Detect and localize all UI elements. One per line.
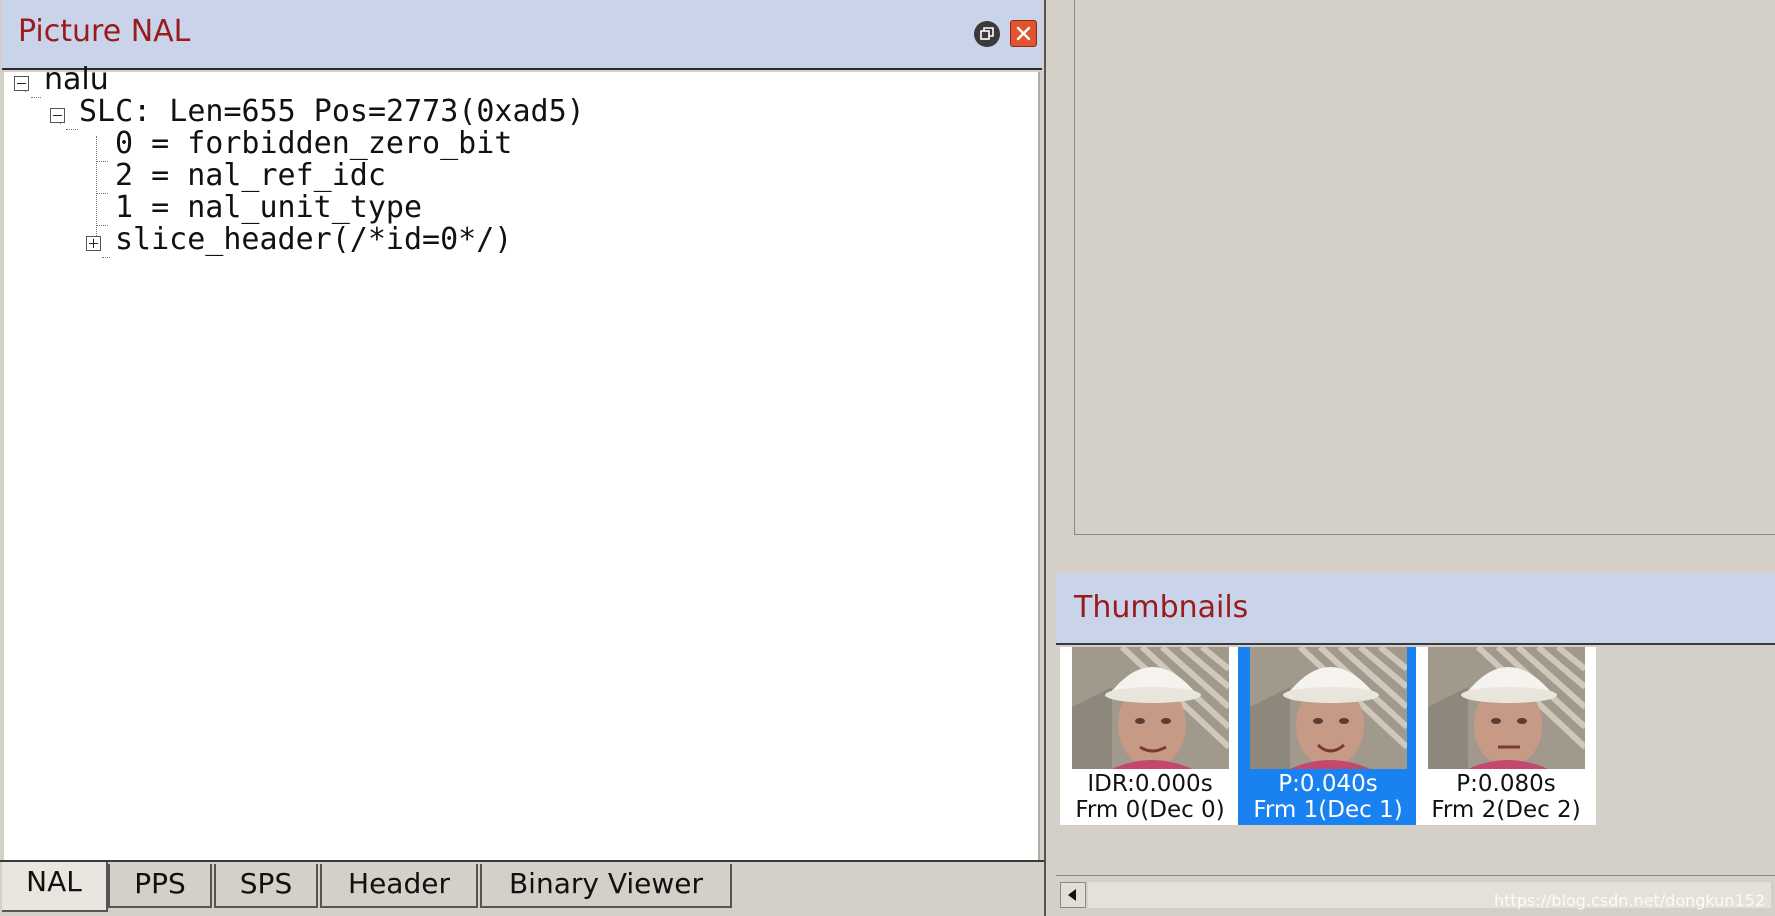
- nal-tab-bar: NAL PPS SPS Header Binary Viewer: [0, 860, 1044, 916]
- frame-thumbnail-image: [1250, 647, 1407, 769]
- thumbnail-frame-0[interactable]: IDR:0.000s Frm 0(Dec 0): [1060, 647, 1240, 825]
- scroll-left-icon[interactable]: [1060, 882, 1086, 908]
- tree-node-label: SLC: Len=655 Pos=2773(0xad5): [79, 94, 585, 129]
- tab-header[interactable]: Header: [320, 864, 478, 908]
- tree-node-label: 1 = nal_unit_type: [115, 190, 423, 225]
- frame-thumbnail-image: [1428, 647, 1585, 769]
- thumbnail-caption-type: P:0.080s: [1456, 771, 1556, 797]
- panel-title: Picture NAL: [18, 14, 191, 49]
- tab-pps[interactable]: PPS: [108, 864, 212, 908]
- expand-icon[interactable]: [86, 236, 101, 251]
- thumbnail-strip: IDR:0.000s Frm 0(Dec 0) P:0.040s Frm 1(D…: [1056, 647, 1775, 872]
- tree-node-label: 2 = nal_ref_idc: [115, 158, 386, 193]
- thumbnail-caption-type: IDR:0.000s: [1087, 771, 1213, 797]
- panel-title: Thumbnails: [1074, 590, 1249, 625]
- tab-binary-viewer[interactable]: Binary Viewer: [480, 864, 732, 908]
- thumbnail-frame-1[interactable]: P:0.040s Frm 1(Dec 1): [1238, 647, 1418, 825]
- nal-tree-view[interactable]: nalu SLC: Len=655 Pos=2773(0xad5) 0 = fo…: [4, 62, 1040, 860]
- tree-node-label: nalu: [44, 62, 109, 97]
- watermark-text: https://blog.csdn.net/dongkun152: [1494, 891, 1765, 910]
- tab-nal[interactable]: NAL: [2, 862, 108, 912]
- tab-sps[interactable]: SPS: [214, 864, 318, 908]
- panel-splitter[interactable]: [1044, 0, 1056, 916]
- thumbnail-caption-frame: Frm 1(Dec 1): [1253, 797, 1403, 823]
- frame-thumbnail-image: [1072, 647, 1229, 769]
- thumbnail-caption-frame: Frm 0(Dec 0): [1075, 797, 1225, 823]
- tree-node-label: 0 = forbidden_zero_bit: [115, 126, 513, 161]
- collapse-icon[interactable]: [14, 76, 29, 91]
- thumbnail-caption-type: P:0.040s: [1278, 771, 1378, 797]
- right-panel: Thumbnails IDR:0.000s Frm 0(Dec 0) P:0.0…: [1056, 0, 1775, 916]
- picture-nal-panel: Picture NAL nalu SLC: Len=655 Pos=2773(0…: [0, 0, 1044, 916]
- collapse-icon[interactable]: [50, 108, 65, 123]
- close-icon[interactable]: [1010, 20, 1037, 47]
- picture-nal-titlebar: Picture NAL: [2, 0, 1042, 70]
- thumbnails-titlebar: Thumbnails: [1056, 573, 1775, 645]
- tree-node-label: slice_header(/*id=0*/): [115, 222, 513, 257]
- thumbnail-caption-frame: Frm 2(Dec 2): [1431, 797, 1581, 823]
- restore-icon[interactable]: [974, 21, 1000, 47]
- frame-viewer[interactable]: [1074, 0, 1775, 535]
- thumbnail-frame-2[interactable]: P:0.080s Frm 2(Dec 2): [1416, 647, 1596, 825]
